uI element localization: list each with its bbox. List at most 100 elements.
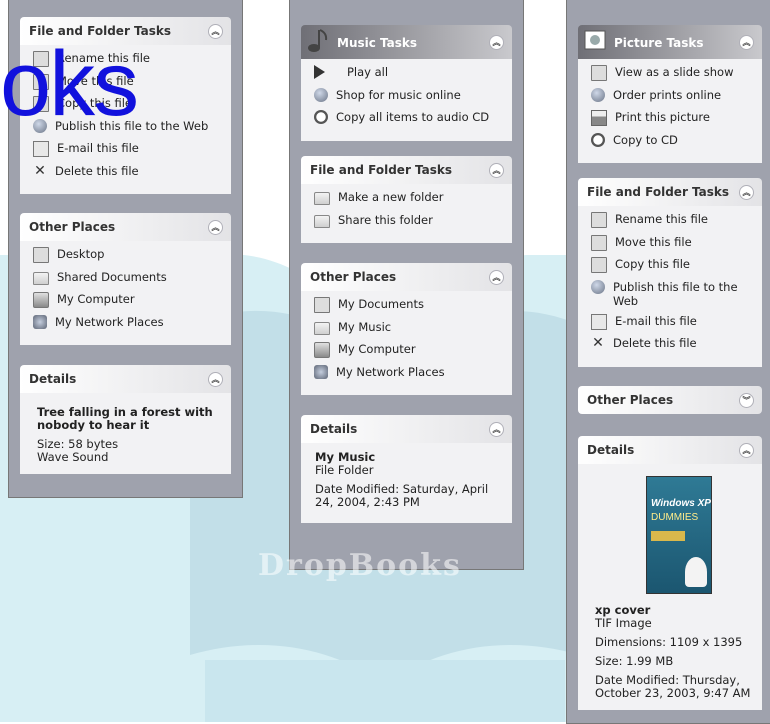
- collapse-chevron-icon[interactable]: ︽: [208, 372, 223, 387]
- place-my-documents[interactable]: My Documents: [314, 297, 504, 320]
- task-shop-music[interactable]: Shop for music online: [314, 87, 504, 111]
- task-label: Move this file: [615, 234, 692, 249]
- publish-icon: [591, 279, 605, 294]
- file-type: TIF Image: [595, 616, 652, 630]
- task-new-folder[interactable]: Make a new folder: [314, 190, 504, 213]
- date-modified: Date Modified: Saturday, April 24, 2004,…: [315, 482, 489, 509]
- place-my-music[interactable]: My Music: [314, 320, 504, 343]
- panel-header[interactable]: File and Folder Tasks ︽: [578, 178, 762, 206]
- network-icon: [33, 314, 47, 329]
- slideshow-icon: [591, 65, 607, 81]
- panel-title: Details: [29, 372, 77, 386]
- place-network[interactable]: My Network Places: [314, 364, 504, 388]
- cd-icon: [314, 110, 328, 124]
- collapse-chevron-icon[interactable]: ︽: [208, 220, 223, 235]
- collapse-chevron-icon[interactable]: ︽: [739, 185, 754, 200]
- panel-body: Desktop Shared Documents My Computer My …: [20, 241, 231, 345]
- place-label: Shared Documents: [57, 269, 167, 284]
- delete-icon: ✕: [592, 335, 604, 351]
- new-folder-icon: [314, 192, 330, 205]
- collapse-chevron-icon[interactable]: ︽: [489, 270, 504, 285]
- thumbnail-title: Windows XP: [651, 498, 711, 509]
- place-network[interactable]: My Network Places: [33, 314, 223, 338]
- task-delete-file[interactable]: ✕ Delete this file: [33, 164, 223, 187]
- expand-chevron-icon[interactable]: ︾: [739, 393, 754, 408]
- task-slideshow[interactable]: View as a slide show: [591, 65, 754, 88]
- panel-header[interactable]: Details ︽: [578, 436, 762, 464]
- place-label: My Music: [338, 319, 392, 334]
- copy-icon: [591, 257, 607, 273]
- place-label: Desktop: [57, 247, 105, 261]
- panel-header[interactable]: File and Folder Tasks ︽: [301, 156, 512, 184]
- task-label: Shop for music online: [336, 87, 461, 102]
- task-label: Make a new folder: [338, 190, 444, 204]
- task-copy-to-cd[interactable]: Copy all items to audio CD: [314, 110, 504, 133]
- date-modified: Date Modified: Thursday, October 23, 200…: [595, 673, 751, 700]
- panel-header[interactable]: Details ︽: [20, 365, 231, 393]
- file-folder-tasks-panel: File and Folder Tasks ︽ Rename this file…: [578, 178, 762, 367]
- email-icon: [591, 313, 607, 330]
- panel-title: Details: [587, 443, 635, 457]
- place-shared-documents[interactable]: Shared Documents: [33, 270, 223, 293]
- other-places-panel: Other Places ︾: [578, 386, 762, 414]
- collapse-chevron-icon[interactable]: ︽: [739, 35, 754, 50]
- collapse-chevron-icon[interactable]: ︽: [489, 35, 504, 50]
- place-my-computer[interactable]: My Computer: [33, 292, 223, 315]
- details-panel: Details ︽ Tree falling in a forest with …: [20, 365, 231, 474]
- task-label: Copy this file: [615, 257, 690, 271]
- music-note-icon: [308, 29, 328, 52]
- dimensions: Dimensions: 1109 x 1395: [595, 635, 743, 649]
- computer-icon: [314, 342, 330, 358]
- panel-body: My Documents My Music My Computer My Net…: [301, 291, 512, 395]
- task-copy-to-cd[interactable]: Copy to CD: [591, 132, 754, 156]
- panel-header[interactable]: Details ︽: [301, 415, 512, 443]
- task-delete-file[interactable]: ✕ Delete this file: [591, 336, 754, 359]
- place-desktop[interactable]: Desktop: [33, 247, 223, 270]
- printer-icon: [591, 110, 607, 126]
- task-move-file[interactable]: Move this file: [591, 234, 754, 258]
- place-label: My Computer: [338, 342, 416, 356]
- task-label: Order prints online: [613, 87, 722, 102]
- panel-title: File and Folder Tasks: [310, 163, 453, 177]
- collapse-chevron-icon[interactable]: ︽: [489, 422, 504, 437]
- task-label: E-mail this file: [57, 141, 139, 155]
- panel-body: View as a slide show Order prints online…: [578, 59, 762, 163]
- task-print-picture[interactable]: Print this picture: [591, 110, 754, 133]
- thumbnail-mascot: [685, 557, 707, 587]
- task-email-file[interactable]: E-mail this file: [591, 313, 754, 337]
- music-tasks-panel: Music Tasks ︽ Play all Shop for music on…: [301, 25, 512, 141]
- panel-header[interactable]: Other Places ︽: [301, 263, 512, 291]
- folder-icon: [33, 271, 49, 285]
- email-icon: [33, 141, 49, 157]
- collapse-chevron-icon[interactable]: ︽: [489, 163, 504, 178]
- panel-header[interactable]: Picture Tasks ︽: [578, 25, 762, 59]
- task-order-prints[interactable]: Order prints online: [591, 87, 754, 111]
- move-icon: [591, 234, 607, 251]
- panel-title: Other Places: [310, 270, 397, 284]
- panel-title: Music Tasks: [337, 36, 418, 50]
- collapse-chevron-icon[interactable]: ︽: [208, 24, 223, 39]
- panel-header[interactable]: Other Places ︽: [20, 213, 231, 241]
- task-email-file[interactable]: E-mail this file: [33, 141, 223, 164]
- task-rename-file[interactable]: Rename this file: [591, 212, 754, 235]
- task-play-all[interactable]: Play all: [314, 65, 504, 88]
- place-my-computer[interactable]: My Computer: [314, 342, 504, 365]
- panel-title: Other Places: [29, 220, 116, 234]
- panel-header[interactable]: Other Places ︾: [578, 386, 762, 414]
- collapse-chevron-icon[interactable]: ︽: [739, 443, 754, 458]
- task-copy-file[interactable]: Copy this file: [591, 257, 754, 280]
- panel-title: Picture Tasks: [614, 36, 704, 50]
- task-publish-file[interactable]: Publish this file to the Web: [591, 279, 754, 314]
- desktop-icon: [33, 247, 49, 263]
- cd-icon: [591, 132, 605, 147]
- task-label: Publish this file to the Web: [613, 279, 738, 308]
- folder-icon: [314, 321, 330, 335]
- panel-header[interactable]: Music Tasks ︽: [301, 25, 512, 59]
- file-name: Tree falling in a forest with nobody to …: [37, 405, 213, 432]
- task-share-folder[interactable]: Share this folder: [314, 213, 504, 236]
- task-label: Delete this file: [613, 336, 697, 350]
- task-label: Play all: [347, 65, 389, 79]
- computer-icon: [33, 292, 49, 308]
- panel-body: Play all Shop for music online Copy all …: [301, 59, 512, 141]
- details-panel: Details ︽ Windows XP DUMMIES xp cover TI…: [578, 436, 762, 710]
